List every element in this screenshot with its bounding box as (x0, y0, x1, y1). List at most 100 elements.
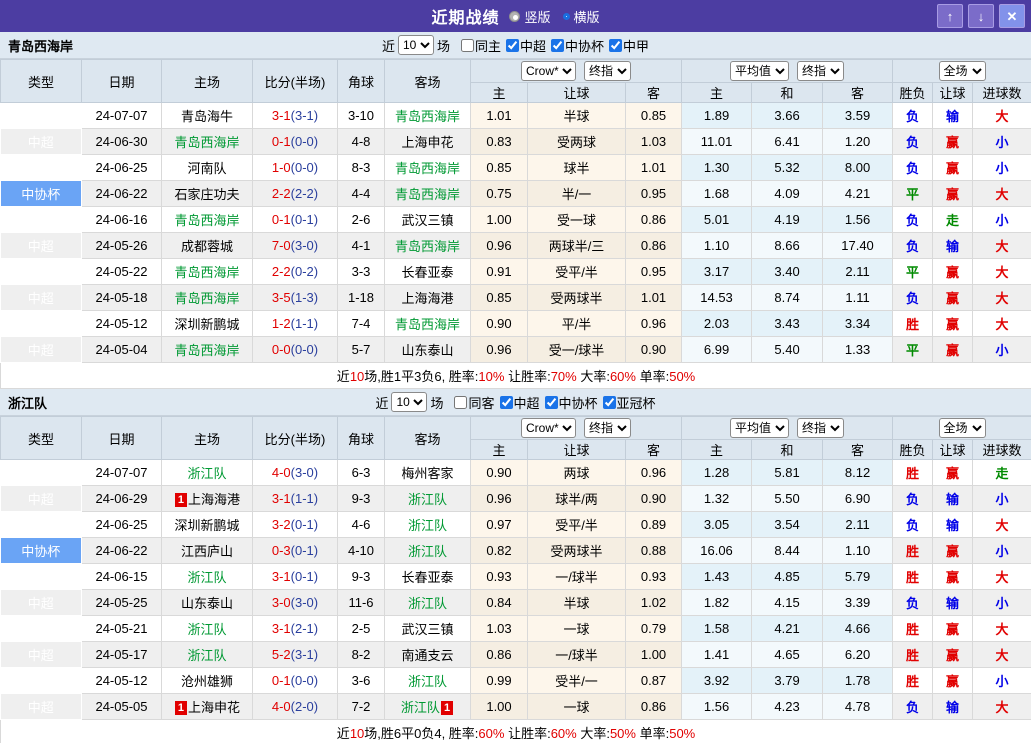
score-cell: 2-2(0-2) (252, 258, 338, 285)
match-date-cell: 24-05-12 (81, 310, 162, 337)
fulltime-score: 4-0 (271, 465, 291, 480)
subcol-away-odds: 客 (624, 439, 683, 460)
odds-time-select[interactable]: 终指 (584, 418, 632, 438)
col-header-home: 主场 (161, 59, 253, 103)
unit-label: 场 (436, 38, 450, 54)
layout-radio-vertical[interactable]: 竖版 (509, 7, 551, 26)
avg-home-odds-cell: 1.30 (681, 154, 753, 181)
filter-checkbox-中甲[interactable]: 中甲 (604, 36, 649, 55)
away-team-cell: 南通支云 (384, 641, 471, 668)
halftime-score: (0-1) (290, 517, 319, 532)
handicap-away-odds-cell: 0.95 (624, 180, 683, 207)
filter-checkbox-中超[interactable]: 中超 (495, 393, 540, 412)
checkbox-input[interactable] (551, 38, 565, 52)
halftime-score: (2-0) (290, 699, 319, 714)
handicap-result-cell: 输 (932, 485, 974, 512)
away-team-cell: 浙江队 1 (384, 693, 471, 720)
avg-away-odds-cell: 1.33 (822, 336, 894, 363)
home-team-cell: 青岛海牛 (161, 102, 253, 129)
match-date-cell: 24-05-05 (81, 693, 162, 720)
halftime-score: (0-1) (290, 212, 319, 227)
average-time-select[interactable]: 终指 (797, 61, 845, 81)
away-team-name: 青岛西海岸 (394, 239, 460, 254)
handicap-line-cell: 半球 (527, 589, 626, 616)
checkbox-input[interactable] (544, 395, 558, 409)
team-name: 青岛西海岸 (8, 38, 74, 54)
results-table: 类型 日期 主场 比分(半场) 角球 客场 Crow* 终指 平均值 终指 全场 主… (0, 59, 1031, 389)
handicap-home-odds-cell: 0.90 (470, 459, 528, 486)
checkbox-input[interactable] (454, 395, 468, 409)
avg-home-odds-cell: 3.17 (681, 258, 753, 285)
scope-select[interactable]: 全场 (938, 61, 986, 81)
layout-radio-horizontal[interactable]: 横版 (562, 7, 600, 26)
team-filter-bar: 青岛西海岸 近 10 场 同主 中超 中协杯 中甲 (0, 32, 1031, 59)
score-cell: 3-2(0-1) (252, 511, 338, 538)
filter-checkbox-中协杯[interactable]: 中协杯 (546, 36, 604, 55)
checkbox-input[interactable] (460, 38, 474, 52)
move-down-button[interactable]: ↓ (968, 4, 994, 28)
home-team-name: 成都蓉城 (180, 239, 233, 254)
filter-checkbox-中协杯[interactable]: 中协杯 (540, 393, 598, 412)
score-cell: 5-2(3-1) (252, 641, 338, 668)
average-select[interactable]: 平均值 (730, 418, 790, 438)
odds-time-select[interactable]: 终指 (584, 61, 632, 81)
avg-draw-odds-cell: 3.79 (751, 667, 824, 694)
recent-results-window: 近期战绩 竖版 横版 ↑ ↓ ✕ 青岛西海岸 近 10 场 同主 中超 中协杯 中甲 类… (0, 0, 1031, 743)
col-header-type: 类型 (0, 416, 82, 460)
filter-checkbox-同客[interactable]: 同客 (446, 393, 495, 412)
avg-away-odds-cell: 3.39 (822, 589, 894, 616)
handicap-line-cell: 受两球半 (527, 537, 626, 564)
handicap-line-cell: 一/球半 (527, 641, 626, 668)
avg-home-odds-cell: 3.92 (681, 667, 753, 694)
odds-source-select[interactable]: Crow* (521, 61, 577, 81)
average-time-select[interactable]: 终指 (797, 418, 845, 438)
halftime-score: (2-1) (290, 621, 319, 636)
avg-home-odds-cell: 1.58 (681, 615, 753, 642)
handicap-away-odds-cell: 0.87 (624, 667, 683, 694)
handicap-home-odds-cell: 0.82 (470, 537, 528, 564)
avg-away-odds-cell: 1.11 (822, 284, 894, 311)
scope-select[interactable]: 全场 (938, 418, 986, 438)
match-row: 中超 24-06-25 深圳新鹏城 3-2(0-1) 4-6 浙江队 0.97 受平/半 0.8… (0, 511, 1031, 538)
league-type-cell: 中超 (0, 128, 82, 155)
avg-home-odds-cell: 1.56 (681, 693, 753, 720)
corner-cell: 7-4 (337, 310, 385, 337)
handicap-home-odds-cell: 0.96 (470, 485, 528, 512)
handicap-line-cell: 一球 (527, 693, 626, 720)
filter-checkbox-同主[interactable]: 同主 (453, 36, 501, 55)
summary-segment: 10 (349, 369, 365, 384)
fulltime-score: 5-2 (271, 647, 291, 662)
radio-icon[interactable] (509, 10, 521, 22)
home-team-name: 青岛西海岸 (174, 291, 240, 306)
match-count-select[interactable]: 10 (391, 392, 428, 412)
col-header-score: 比分(半场) (252, 416, 338, 460)
radio-icon[interactable] (562, 12, 570, 20)
col-header-date: 日期 (81, 416, 162, 460)
average-select[interactable]: 平均值 (730, 61, 790, 81)
corner-cell: 6-3 (337, 459, 385, 486)
result-cell: 平 (892, 336, 934, 363)
goals-result-cell: 小 (972, 336, 1031, 363)
average-odds-group: 平均值 终指 (681, 416, 894, 440)
subcol-home-odds: 主 (470, 82, 528, 103)
filter-checkbox-亚冠杯[interactable]: 亚冠杯 (598, 393, 656, 412)
checkbox-input[interactable] (602, 395, 616, 409)
filter-checkbox-中超[interactable]: 中超 (501, 36, 546, 55)
league-type-cell: 中超 (0, 511, 82, 538)
match-count-select[interactable]: 10 (397, 35, 434, 55)
result-cell: 胜 (892, 641, 934, 668)
score-cell: 3-1(3-1) (252, 102, 338, 129)
checkbox-input[interactable] (499, 395, 513, 409)
home-team-name: 浙江队 (187, 466, 227, 481)
checkbox-input[interactable] (506, 38, 519, 52)
move-up-button[interactable]: ↑ (937, 4, 963, 28)
checkbox-input[interactable] (609, 38, 623, 52)
avg-draw-odds-cell: 3.40 (751, 258, 824, 285)
match-date-cell: 24-05-12 (81, 667, 162, 694)
away-team-cell: 浙江队 (384, 511, 471, 538)
close-button[interactable]: ✕ (999, 4, 1025, 28)
odds-source-select[interactable]: Crow* (521, 418, 577, 438)
fulltime-score: 2-2 (271, 186, 291, 201)
handicap-home-odds-cell: 1.00 (470, 693, 528, 720)
handicap-away-odds-cell: 1.01 (624, 284, 683, 311)
